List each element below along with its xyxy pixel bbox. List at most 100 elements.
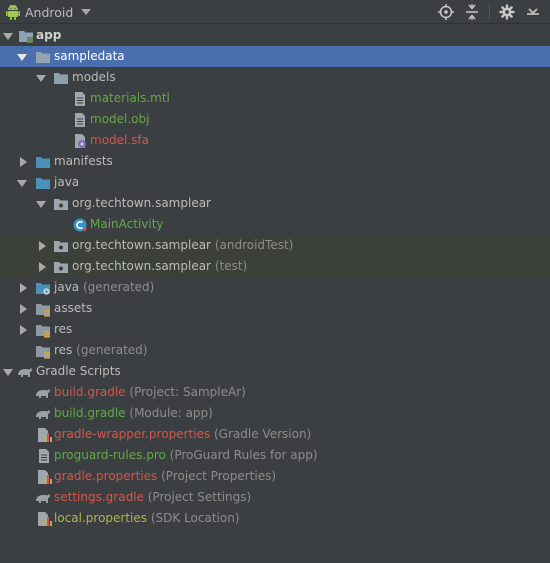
class-icon <box>73 218 87 232</box>
tree-item-label: sampledata <box>54 49 125 63</box>
tree-item-app[interactable]: app <box>0 25 550 46</box>
tree-item-res[interactable]: res <box>0 319 550 340</box>
tree-item-label: settings.gradle <box>54 490 144 504</box>
expand-arrow-icon[interactable] <box>36 73 46 83</box>
tree-item-package-main[interactable]: org.techtown.samplear <box>0 193 550 214</box>
tree-item-label: proguard-rules.pro <box>54 448 166 462</box>
collapse-arrow-icon[interactable] <box>37 241 47 251</box>
tree-item-label: models <box>72 70 116 84</box>
source-folder-icon <box>36 178 50 189</box>
package-icon <box>54 241 68 252</box>
folder-icon <box>54 73 68 84</box>
tree-item-qualifier: (Module: app) <box>129 406 213 420</box>
collapse-all-button[interactable] <box>463 3 481 21</box>
folder-icon <box>36 52 50 63</box>
hide-panel-button[interactable] <box>524 3 542 21</box>
expand-arrow-icon[interactable] <box>3 367 13 377</box>
tree-item-label: MainActivity <box>90 217 164 231</box>
view-selector-label: Android <box>25 4 74 20</box>
tree-item-res-generated[interactable]: res (generated) <box>0 340 550 361</box>
tree-item-label: app <box>36 28 62 42</box>
tree-item-manifests[interactable]: manifests <box>0 151 550 172</box>
locate-icon <box>438 4 454 20</box>
tree-item-model-obj[interactable]: model.obj <box>0 109 550 130</box>
collapse-arrow-icon[interactable] <box>37 262 47 272</box>
tree-item-label: model.sfa <box>90 133 150 147</box>
tree-item-qualifier: (androidTest) <box>214 238 294 252</box>
tree-item-materials-mtl[interactable]: materials.mtl <box>0 88 550 109</box>
generated-source-folder-icon <box>36 283 50 295</box>
tree-item-qualifier: (generated) <box>82 280 155 294</box>
module-folder-icon <box>19 31 33 43</box>
gradle-file-icon <box>36 389 50 398</box>
tree-item-qualifier: (Project Settings) <box>147 490 252 504</box>
tree-item-qualifier: (test) <box>214 259 248 273</box>
tree-item-qualifier: (SDK Location) <box>150 511 240 525</box>
tree-item-label: model.obj <box>90 112 150 126</box>
tree-item-proguard-rules[interactable]: proguard-rules.pro (ProGuard Rules for a… <box>0 445 550 466</box>
locate-button[interactable] <box>437 3 455 21</box>
collapse-arrow-icon[interactable] <box>18 325 28 335</box>
tree-item-label: gradle.properties <box>54 469 158 483</box>
view-selector[interactable]: Android <box>6 3 92 21</box>
package-icon <box>54 199 68 210</box>
tree-item-qualifier: (Gradle Version) <box>214 427 312 441</box>
collapse-all-icon <box>466 4 478 20</box>
properties-file-icon <box>38 470 52 484</box>
text-file-icon <box>75 92 85 106</box>
resource-folder-icon <box>36 325 50 338</box>
tree-item-label: org.techtown.samplear <box>72 259 211 273</box>
tree-item-settings-gradle[interactable]: settings.gradle (Project Settings) <box>0 487 550 508</box>
tree-item-sampledata[interactable]: sampledata <box>0 46 550 67</box>
tree-item-label: build.gradle <box>54 385 126 399</box>
tree-item-java-generated[interactable]: java (generated) <box>0 277 550 298</box>
text-file-icon <box>39 449 49 463</box>
dropdown-caret-icon <box>81 9 92 15</box>
tree-item-models[interactable]: models <box>0 67 550 88</box>
folder-icon <box>36 157 50 168</box>
expand-arrow-icon[interactable] <box>3 31 13 41</box>
tree-item-qualifier: (Project: SampleAr) <box>129 385 246 399</box>
tree-item-gradle-wrapper-properties[interactable]: gradle-wrapper.properties (Gradle Versio… <box>0 424 550 445</box>
tree-item-gradle-properties[interactable]: gradle.properties (Project Properties) <box>0 466 550 487</box>
collapse-arrow-icon[interactable] <box>18 304 28 314</box>
sceneform-file-icon <box>75 134 86 148</box>
tree-item-label: java <box>54 280 80 294</box>
project-toolbar: Android <box>0 0 550 24</box>
tree-item-label: local.properties <box>54 511 148 525</box>
gradle-file-icon <box>36 494 50 503</box>
tree-item-model-sfa[interactable]: model.sfa <box>0 130 550 151</box>
hide-icon <box>527 8 539 15</box>
toolbar-divider <box>489 4 490 20</box>
gradle-icon <box>18 368 32 377</box>
android-icon <box>6 4 20 20</box>
properties-file-icon <box>38 512 52 526</box>
collapse-arrow-icon[interactable] <box>18 157 28 167</box>
resource-folder-icon <box>36 304 50 317</box>
tree-item-package-test[interactable]: org.techtown.samplear (test) <box>0 256 550 277</box>
tree-item-java[interactable]: java <box>0 172 550 193</box>
tree-item-label: build.gradle <box>54 406 126 420</box>
tree-item-label: res <box>54 343 73 357</box>
project-tree[interactable]: app sampledata models materials.mtl mode… <box>0 25 550 529</box>
expand-arrow-icon[interactable] <box>17 178 27 188</box>
tree-item-main-activity[interactable]: MainActivity <box>0 214 550 235</box>
tree-item-local-properties[interactable]: local.properties (SDK Location) <box>0 508 550 529</box>
tree-item-label: manifests <box>54 154 113 168</box>
tree-item-qualifier: (ProGuard Rules for app) <box>169 448 318 462</box>
tree-item-label: Gradle Scripts <box>36 364 121 378</box>
tree-item-gradle-scripts[interactable]: Gradle Scripts <box>0 361 550 382</box>
tree-item-package-android-test[interactable]: org.techtown.samplear (androidTest) <box>0 235 550 256</box>
package-icon <box>54 262 68 273</box>
expand-arrow-icon[interactable] <box>17 52 27 62</box>
tree-item-assets[interactable]: assets <box>0 298 550 319</box>
resource-folder-icon <box>36 346 50 359</box>
tree-item-build-gradle-module[interactable]: build.gradle (Module: app) <box>0 403 550 424</box>
settings-icon <box>499 4 515 20</box>
expand-arrow-icon[interactable] <box>36 199 46 209</box>
tree-item-qualifier: (Project Properties) <box>161 469 277 483</box>
collapse-arrow-icon[interactable] <box>18 283 28 293</box>
settings-button[interactable] <box>498 3 516 21</box>
tree-item-build-gradle-project[interactable]: build.gradle (Project: SampleAr) <box>0 382 550 403</box>
tree-item-label: org.techtown.samplear <box>72 196 211 210</box>
